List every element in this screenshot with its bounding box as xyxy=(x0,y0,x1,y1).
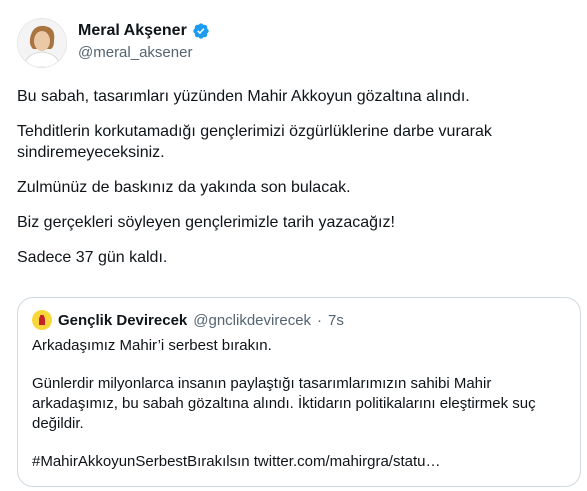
quoted-timestamp[interactable]: 7s xyxy=(328,312,344,329)
author-avatar[interactable] xyxy=(17,18,67,68)
fist-logo-icon xyxy=(39,315,45,325)
author-name-row[interactable]: Meral Akşener xyxy=(78,22,210,40)
quoted-author-handle[interactable]: @gnclikdevirecek xyxy=(193,312,311,329)
quoted-separator: · xyxy=(317,311,323,329)
tweet-paragraph: Tehditlerin korkutamadığı gençlerimizi ö… xyxy=(17,123,492,161)
author-handle[interactable]: @meral_aksener xyxy=(78,44,192,61)
quoted-avatar[interactable] xyxy=(32,310,52,330)
person-avatar-icon xyxy=(18,19,66,67)
tweet: Meral Akşener @meral_aksener Bu sabah, t… xyxy=(0,0,587,491)
tweet-paragraph: Biz gerçekleri söyleyen gençlerimizle ta… xyxy=(17,214,395,231)
quoted-author-name[interactable]: Gençlik Devirecek xyxy=(58,312,187,329)
quoted-tweet[interactable]: Gençlik Devirecek @gnclikdevirecek · 7s … xyxy=(17,297,581,487)
tweet-paragraph: Sadece 37 gün kaldı. xyxy=(17,249,168,266)
quoted-paragraph: Günlerdir milyonlarca insanın paylaştığı… xyxy=(32,375,536,432)
quoted-header: Gençlik Devirecek @gnclikdevirecek · 7s xyxy=(32,310,344,330)
quoted-body: Arkadaşımız Mahir’i serbest bırakın. Gün… xyxy=(32,336,567,490)
author-name[interactable]: Meral Akşener xyxy=(78,22,187,40)
verified-badge-icon xyxy=(193,23,209,39)
quoted-paragraph: Arkadaşımız Mahir’i serbest bırakın. xyxy=(32,337,272,354)
quoted-paragraph: #MahirAkkoyunSerbestBırakılsın twitter.c… xyxy=(32,453,441,470)
tweet-paragraph: Zulmünüz de baskınız da yakında son bula… xyxy=(17,179,351,196)
tweet-paragraph: Bu sabah, tasarımları yüzünden Mahir Akk… xyxy=(17,88,470,105)
tweet-body: Bu sabah, tasarımları yüzünden Mahir Akk… xyxy=(17,86,572,282)
